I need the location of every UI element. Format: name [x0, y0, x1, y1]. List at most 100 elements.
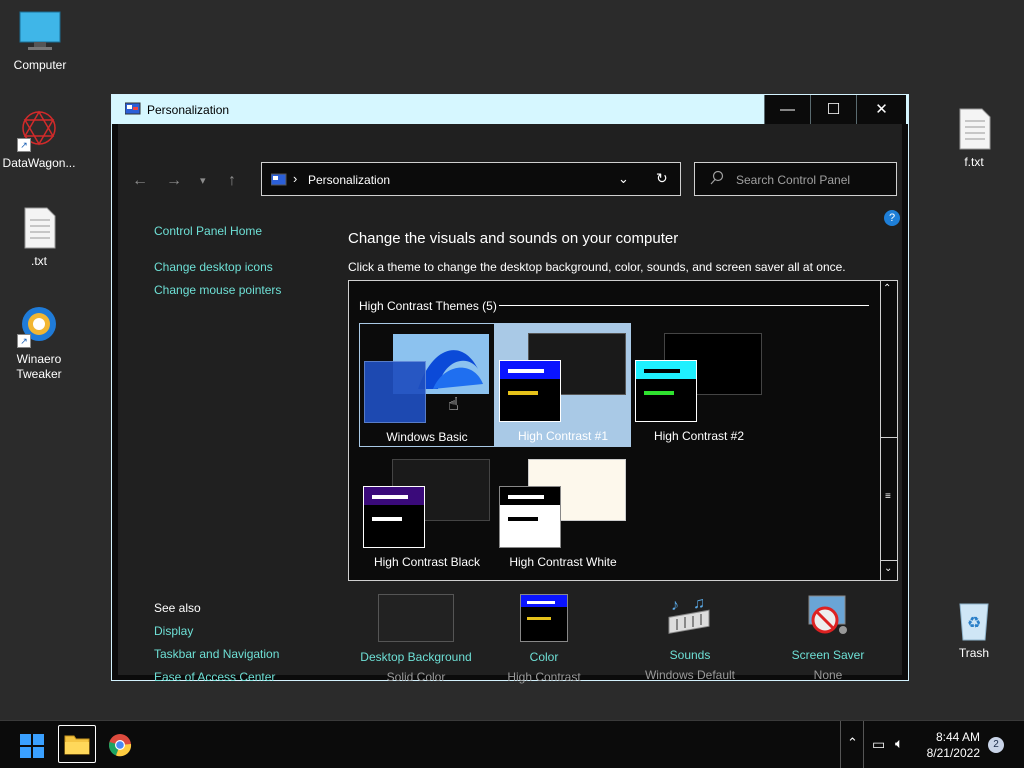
taskbar: ⌃ ▭ 🔈︎ 8:44 AM 8/21/2022 2 — [0, 720, 1024, 768]
desktop-icon-winaero-tweaker[interactable]: ↗ Winaero Tweaker — [0, 304, 79, 382]
color-swatch-icon — [520, 594, 568, 642]
taskbar-navigation-link[interactable]: Taskbar and Navigation — [154, 647, 279, 661]
page-title: Change the visuals and sounds on your co… — [348, 230, 679, 247]
search-input[interactable]: Search Control Panel — [736, 173, 850, 187]
chrome-button[interactable] — [108, 733, 132, 762]
minimize-icon: — — [780, 101, 795, 118]
start-icon — [20, 734, 44, 758]
search-box[interactable]: Search Control Panel — [694, 162, 897, 196]
recycle-bin-icon: ♻ — [952, 598, 996, 642]
recent-locations-chevron-icon[interactable]: ▾ — [200, 174, 206, 187]
desktop-icon-f-txt[interactable]: f.txt — [934, 107, 1014, 170]
desktop-icon-label: f.txt — [964, 155, 984, 169]
desktop-icon-datawagon[interactable]: ↗ DataWagon... — [0, 108, 79, 171]
refresh-icon[interactable]: ↻ — [656, 170, 668, 187]
scrollbar-bottom-divider — [881, 560, 897, 561]
datawagon-icon: ↗ — [17, 108, 61, 152]
desktop-icon-txt[interactable]: .txt — [0, 206, 79, 269]
sounds-setting[interactable]: ♪ ♫ Sounds Windows Default — [625, 594, 755, 682]
desktop-background-swatch — [378, 594, 454, 642]
theme-label: High Contrast White — [509, 555, 617, 569]
text-file-icon — [17, 206, 61, 250]
theme-group-title: High Contrast Themes (5) — [359, 299, 497, 313]
forward-arrow-icon[interactable]: → — [166, 172, 182, 190]
show-hidden-icons-button[interactable]: ⌃ — [840, 721, 864, 768]
desktop-icon-computer[interactable]: Computer — [0, 10, 80, 73]
network-icon[interactable]: ▭ — [872, 736, 885, 753]
screen-saver-setting[interactable]: Screen Saver None — [763, 594, 893, 682]
address-bar[interactable]: › Personalization ⌄ ↻ — [261, 162, 681, 196]
volume-icon[interactable]: 🔈︎ — [895, 735, 903, 752]
theme-label: High Contrast #1 — [517, 429, 609, 443]
group-divider — [499, 305, 869, 306]
color-setting[interactable]: Color High Contrast — [479, 594, 609, 684]
theme-windows-basic[interactable]: ☝ Windows Basic — [359, 323, 495, 447]
themes-scrollbar[interactable]: ⌃ ≡ ⌄ — [880, 281, 897, 580]
change-mouse-pointers-link[interactable]: Change mouse pointers — [154, 283, 281, 297]
theme-high-contrast-white[interactable]: High Contrast White — [495, 449, 631, 573]
theme-high-contrast-1[interactable]: High Contrast #1 — [495, 323, 631, 447]
scroll-down-icon[interactable]: ⌄ — [884, 563, 892, 574]
shortcut-arrow-icon: ↗ — [17, 334, 31, 348]
page-subtitle: Click a theme to change the desktop back… — [348, 260, 846, 274]
theme-high-contrast-black[interactable]: High Contrast Black — [359, 449, 495, 573]
window-content: ← → ▾ ↑ › Personalization ⌄ ↻ Search Con… — [118, 124, 902, 684]
desktop-icon-label: .txt — [30, 254, 47, 268]
display-link[interactable]: Display — [154, 624, 193, 638]
minimize-button[interactable]: — — [764, 95, 810, 124]
close-icon: ✕ — [875, 101, 888, 118]
maximize-icon: ☐ — [826, 101, 841, 118]
desktop-icon-label: DataWagon... — [2, 156, 76, 170]
text-file-icon — [952, 107, 996, 151]
desktop-icon-label: Trash — [958, 646, 990, 660]
change-desktop-icons-link[interactable]: Change desktop icons — [154, 260, 273, 274]
scrollbar-track-divider — [881, 437, 897, 438]
screen-saver-link[interactable]: Screen Saver — [763, 648, 893, 662]
file-explorer-icon — [64, 735, 90, 755]
breadcrumb[interactable]: Personalization — [308, 173, 390, 187]
monitor-icon — [18, 10, 62, 54]
back-arrow-icon[interactable]: ← — [132, 172, 148, 190]
mouse-pointer-icon: ☝ — [448, 394, 459, 414]
screen-saver-value: None — [813, 668, 843, 682]
control-panel-icon — [270, 173, 288, 192]
notification-badge[interactable]: 2 — [988, 737, 1004, 753]
up-arrow-icon[interactable]: ↑ — [228, 172, 236, 190]
personalization-app-icon — [124, 102, 142, 116]
clock-time: 8:44 AM — [935, 730, 980, 744]
window-color-thumbnail — [363, 486, 425, 548]
see-also-heading: See also — [154, 601, 201, 615]
desktop-icon-trash[interactable]: ♻ Trash — [934, 598, 1014, 661]
start-button[interactable] — [20, 734, 44, 763]
theme-high-contrast-2[interactable]: High Contrast #2 — [631, 323, 767, 447]
themes-list: High Contrast Themes (5) ☝ Windows Basic — [348, 280, 898, 581]
help-icon[interactable]: ? — [884, 210, 900, 226]
clock[interactable]: 8:44 AM 8/21/2022 — [927, 729, 980, 761]
scroll-up-icon[interactable]: ⌃ — [883, 283, 891, 294]
ease-of-access-link[interactable]: Ease of Access Center — [154, 670, 275, 684]
desktop-icon-label: Winaero Tweaker — [16, 352, 62, 381]
theme-label: High Contrast Black — [373, 555, 481, 569]
chevron-up-icon: ⌃ — [847, 735, 858, 750]
theme-label: Windows Basic — [386, 430, 468, 444]
breadcrumb-separator-icon: › — [293, 171, 298, 186]
window-color-thumbnail — [635, 360, 697, 422]
close-button[interactable]: ✕ — [856, 95, 906, 124]
maximize-button[interactable]: ☐ — [810, 95, 856, 124]
winaero-tweaker-icon: ↗ — [17, 304, 61, 348]
desktop-background-setting[interactable]: Desktop Background Solid Color — [351, 594, 481, 684]
sounds-link[interactable]: Sounds — [625, 648, 755, 662]
chrome-icon — [109, 734, 132, 757]
scroll-thumb-grip-icon[interactable]: ≡ — [885, 491, 891, 502]
theme-label: High Contrast #2 — [653, 429, 745, 443]
control-panel-home-link[interactable]: Control Panel Home — [154, 224, 262, 238]
address-dropdown-icon[interactable]: ⌄ — [618, 171, 629, 187]
file-explorer-button[interactable] — [58, 725, 96, 763]
screen-saver-icon — [803, 594, 853, 640]
color-link[interactable]: Color — [479, 650, 609, 664]
search-icon — [709, 170, 725, 191]
window-title: Personalization — [147, 103, 230, 117]
title-bar[interactable]: Personalization — ☐ ✕ — [112, 95, 908, 124]
svg-text:♪: ♪ — [671, 597, 679, 614]
desktop-background-link[interactable]: Desktop Background — [351, 650, 481, 664]
